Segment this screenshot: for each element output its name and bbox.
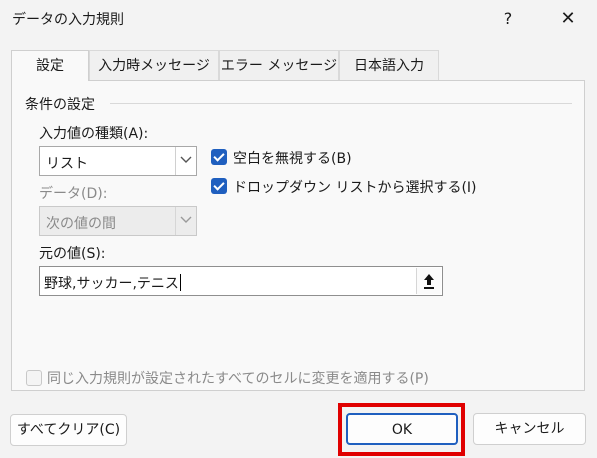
source-value: 野球,サッカー,テニス [44, 276, 179, 292]
ok-highlight-box [338, 403, 465, 456]
text-caret [179, 274, 181, 291]
chevron-down-icon [175, 207, 196, 235]
source-label: 元の値(S): [39, 246, 106, 262]
help-button[interactable]: ? [488, 4, 528, 34]
source-input[interactable]: 野球,サッカー,テニス [39, 266, 443, 296]
clear-all-button[interactable]: すべてクリア(C) [10, 414, 127, 446]
allow-value: リスト [46, 156, 88, 172]
in-cell-dropdown-label[interactable]: ドロップダウン リストから選択する(I) [233, 177, 477, 197]
chevron-down-icon[interactable] [175, 147, 196, 175]
tab-input-message[interactable]: 入力時メッセージ [89, 50, 219, 80]
data-validation-dialog: データの入力規則 ? ✕ 設定 入力時メッセージ エラー メッセージ 日本語入力… [0, 0, 597, 458]
in-cell-dropdown-checkbox[interactable] [211, 178, 227, 194]
tab-settings[interactable]: 設定 [11, 50, 89, 81]
data-value: 次の値の間 [46, 216, 116, 232]
data-combo: 次の値の間 [39, 206, 197, 236]
settings-panel: 条件の設定 入力値の種類(A): リスト データ(D): 次の値の間 空白を無視… [11, 80, 585, 391]
dialog-title: データの入力規則 [12, 12, 124, 28]
apply-all-checkbox [26, 370, 42, 386]
ignore-blank-checkbox[interactable] [211, 149, 227, 165]
tab-ime-mode[interactable]: 日本語入力 [339, 50, 439, 80]
ignore-blank-label[interactable]: 空白を無視する(B) [233, 148, 352, 168]
criteria-group-label: 条件の設定 [25, 97, 95, 113]
data-label: データ(D): [39, 186, 108, 202]
cancel-button[interactable]: キャンセル [473, 413, 586, 445]
source-value-wrap: 野球,サッカー,テニス [44, 273, 181, 293]
apply-all-label: 同じ入力規則が設定されたすべてのセルに変更を適用する(P) [47, 371, 429, 387]
upload-arrow-icon [424, 274, 434, 289]
title-bar: データの入力規則 ? ✕ [0, 0, 597, 38]
allow-combo[interactable]: リスト [39, 146, 197, 176]
close-button[interactable]: ✕ [548, 4, 588, 34]
collapse-dialog-button[interactable] [416, 268, 441, 294]
group-divider [110, 103, 572, 104]
allow-label: 入力値の種類(A): [39, 126, 149, 142]
tab-error-message[interactable]: エラー メッセージ [219, 50, 339, 80]
